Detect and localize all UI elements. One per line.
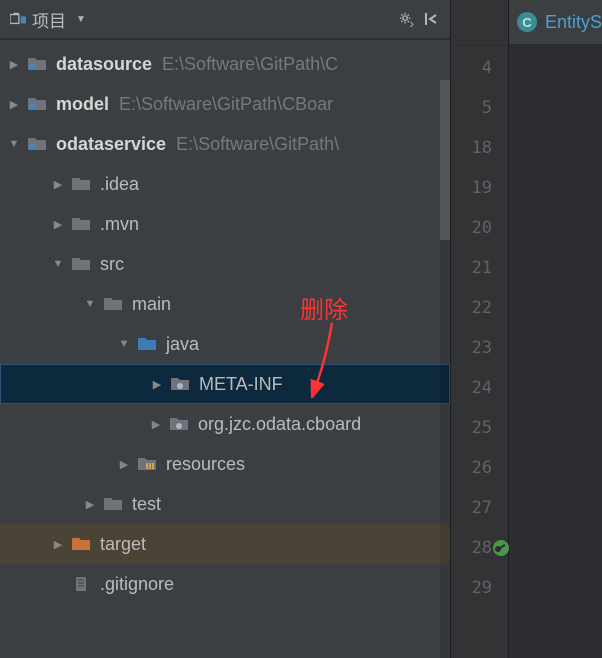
folder-icon [104, 296, 124, 312]
tree-node-label: resources [166, 454, 245, 475]
file-icon [72, 576, 92, 592]
tree-node-label: target [100, 534, 146, 555]
line-number[interactable]: 25 [451, 408, 508, 448]
line-number[interactable]: 22 [451, 288, 508, 328]
editor-content[interactable] [509, 46, 602, 658]
chevron-down-icon[interactable]: ▼ [82, 296, 98, 312]
tree-node-label: datasource [56, 54, 152, 75]
tree-row[interactable]: ▶ org.jzc.odata.cboard [0, 404, 450, 444]
tab-label: EntityS [545, 12, 602, 33]
line-number[interactable]: 19 [451, 168, 508, 208]
tree-row[interactable]: ▼ java [0, 324, 450, 364]
tree-row[interactable]: ▶ target [0, 524, 450, 564]
tree-row[interactable]: ▼ src [0, 244, 450, 284]
line-number[interactable]: 20 [451, 208, 508, 248]
chevron-down-icon[interactable]: ▼ [50, 256, 66, 272]
module-icon [28, 56, 48, 72]
tree-row[interactable]: ▶ resources [0, 444, 450, 484]
line-number[interactable]: 28 [451, 528, 508, 568]
project-panel: 项目 ▼ ▶ datasource E:\Software\GitPath\C ▶ mo… [0, 0, 451, 658]
excluded-icon [72, 536, 92, 552]
chevron-down-icon[interactable]: ▼ [116, 336, 132, 352]
project-view-icon[interactable] [10, 11, 26, 27]
tree-row[interactable]: ▼ odataservice E:\Software\GitPath\ [0, 124, 450, 164]
collapse-icon[interactable] [424, 11, 440, 27]
package-icon [171, 376, 191, 392]
tree-node-label: main [132, 294, 171, 315]
line-number[interactable]: 23 [451, 328, 508, 368]
line-number[interactable]: 18 [451, 128, 508, 168]
chevron-right-icon[interactable]: ▶ [116, 456, 132, 472]
tree-scrollbar[interactable] [440, 80, 450, 658]
tree-node-path: E:\Software\GitPath\ [176, 134, 339, 155]
tree-node-label: java [166, 334, 199, 355]
editor-gutter: 45181920212223242526272829 [451, 0, 509, 658]
tree-node-label: .gitignore [100, 574, 174, 595]
line-number[interactable]: 29 [451, 568, 508, 608]
tree-node-label: META-INF [199, 374, 283, 395]
chevron-right-icon[interactable]: ▶ [148, 416, 164, 432]
tree-row[interactable]: ▶ META-INF [0, 364, 450, 404]
tree-row[interactable]: ▼ main [0, 284, 450, 324]
dropdown-arrow-icon[interactable]: ▼ [76, 14, 86, 25]
tree-row[interactable]: ▶ model E:\Software\GitPath\CBoar [0, 84, 450, 124]
tree-node-path: E:\Software\GitPath\C [162, 54, 338, 75]
editor-panel: C EntityS [509, 0, 602, 658]
line-number[interactable]: 27 [451, 488, 508, 528]
line-number[interactable]: 24 [451, 368, 508, 408]
chevron-right-icon[interactable]: ▶ [82, 496, 98, 512]
gutter-run-icon[interactable] [492, 539, 510, 557]
chevron-right-icon[interactable]: ▶ [50, 216, 66, 232]
class-icon: C [517, 12, 537, 32]
module-icon [28, 96, 48, 112]
folder-icon [72, 176, 92, 192]
tree-node-label: model [56, 94, 109, 115]
resources-icon [138, 456, 158, 472]
project-toolbar: 项目 ▼ [0, 0, 450, 40]
source-icon [138, 336, 158, 352]
tree-row[interactable]: ▶ .mvn [0, 204, 450, 244]
tree-row[interactable]: .gitignore [0, 564, 450, 604]
chevron-right-icon[interactable]: ▶ [50, 176, 66, 192]
line-number[interactable]: 21 [451, 248, 508, 288]
tree-node-label: org.jzc.odata.cboard [198, 414, 361, 435]
module-icon [28, 136, 48, 152]
scrollbar-thumb[interactable] [440, 80, 450, 240]
line-number[interactable]: 5 [451, 88, 508, 128]
chevron-right-icon[interactable]: ▶ [50, 536, 66, 552]
project-tree[interactable]: ▶ datasource E:\Software\GitPath\C ▶ model E:… [0, 40, 450, 658]
line-number[interactable]: 4 [451, 48, 508, 88]
folder-icon [72, 216, 92, 232]
gear-icon[interactable] [398, 11, 414, 27]
chevron-down-icon[interactable]: ▼ [6, 136, 22, 152]
tree-node-label: .mvn [100, 214, 139, 235]
gutter-header [451, 8, 508, 46]
line-number[interactable]: 26 [451, 448, 508, 488]
chevron-right-icon[interactable]: ▶ [6, 56, 22, 72]
package-icon [170, 416, 190, 432]
chevron-right-icon[interactable]: ▶ [6, 96, 22, 112]
chevron-right-icon[interactable]: ▶ [149, 376, 165, 392]
tree-node-label: odataservice [56, 134, 166, 155]
tree-node-label: test [132, 494, 161, 515]
tree-node-label: src [100, 254, 124, 275]
tree-row[interactable]: ▶ datasource E:\Software\GitPath\C [0, 44, 450, 84]
folder-icon [72, 256, 92, 272]
folder-icon [104, 496, 124, 512]
tree-row[interactable]: ▶ .idea [0, 164, 450, 204]
editor-tab[interactable]: C EntityS [509, 0, 602, 46]
project-title[interactable]: 项目 [32, 7, 66, 32]
tree-node-path: E:\Software\GitPath\CBoar [119, 94, 333, 115]
tree-row[interactable]: ▶ test [0, 484, 450, 524]
tree-node-label: .idea [100, 174, 139, 195]
